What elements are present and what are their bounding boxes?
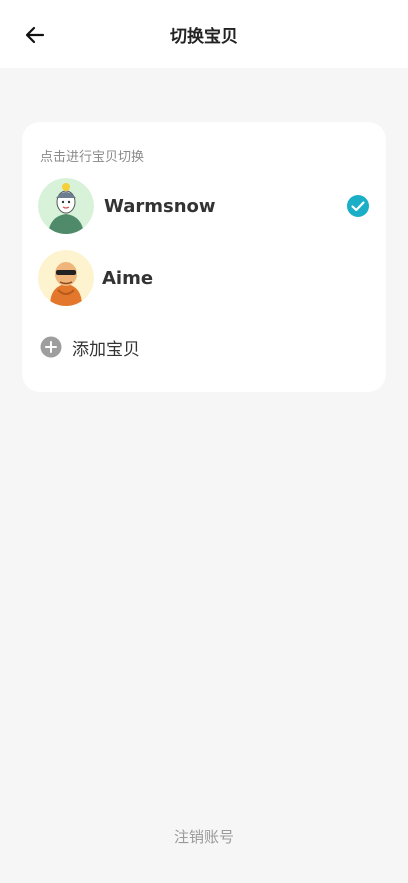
check-circle-icon <box>347 195 369 217</box>
avatar <box>38 250 94 306</box>
add-baby-label: 添加宝贝 <box>72 339 140 360</box>
avatar <box>38 178 94 234</box>
baby-item-aime[interactable]: Aime <box>22 246 386 310</box>
baby-switch-card: 点击进行宝贝切换 Warmsnow Aime 添加宝贝 <box>22 122 386 392</box>
add-baby-button[interactable]: 添加宝贝 <box>40 332 240 362</box>
baby-item-warmsnow[interactable]: Warmsnow <box>22 174 386 238</box>
header-bar: 切换宝贝 <box>0 0 408 68</box>
baby-name: Warmsnow <box>104 196 216 217</box>
plus-circle-icon <box>40 336 62 358</box>
switch-hint: 点击进行宝贝切换 <box>40 150 145 165</box>
baby-name: Aime <box>102 268 154 289</box>
page-title: 切换宝贝 <box>170 27 238 47</box>
logout-account-link[interactable]: 注销账号 <box>0 826 408 847</box>
